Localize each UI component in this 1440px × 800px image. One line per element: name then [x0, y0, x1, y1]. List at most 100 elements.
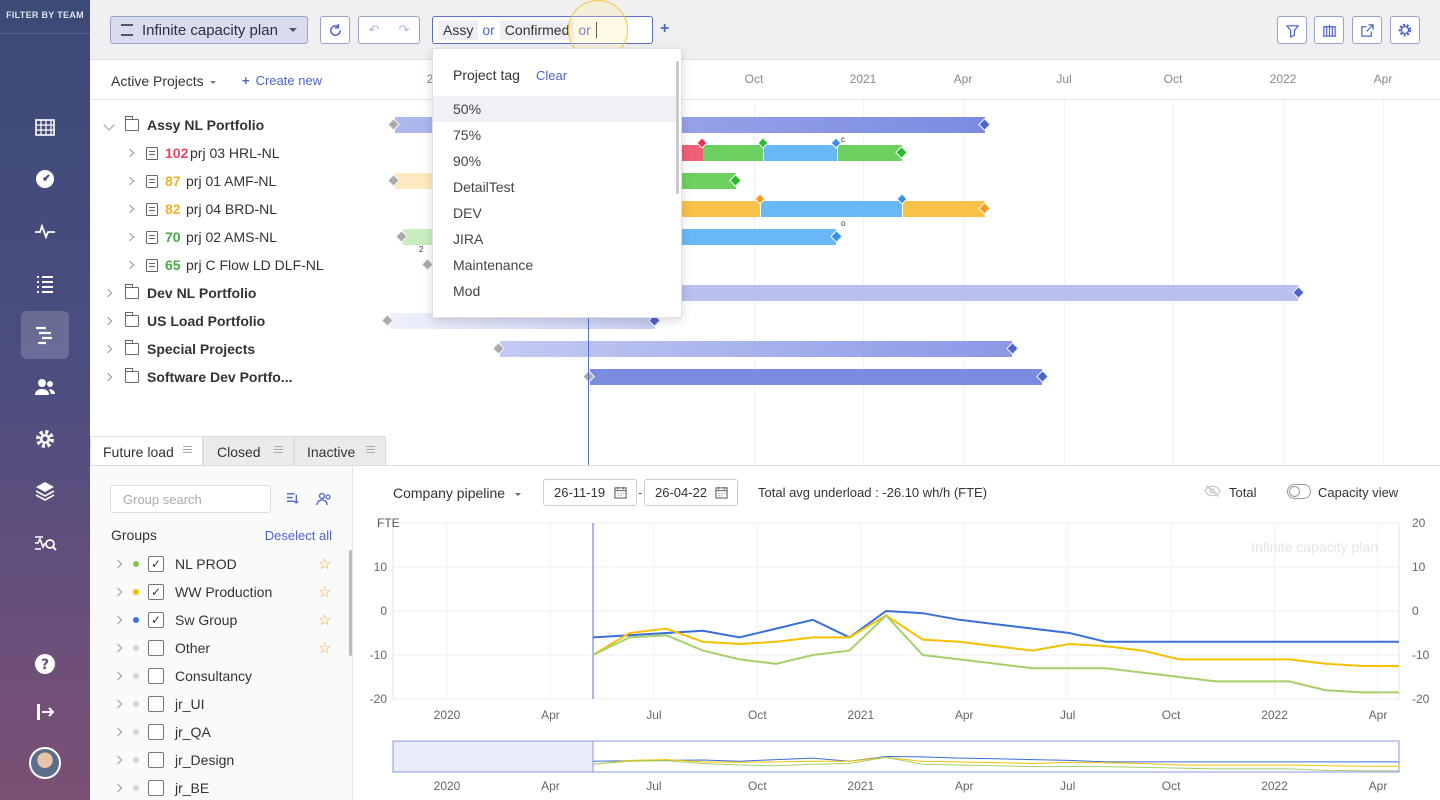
redo-icon[interactable]: ↷: [399, 22, 410, 38]
pulse-icon[interactable]: [21, 207, 69, 255]
group-row[interactable]: jr_BE: [90, 774, 345, 800]
chevron-right-icon[interactable]: [113, 559, 123, 569]
group-checkbox[interactable]: [148, 640, 164, 656]
chevron-right-icon[interactable]: [113, 699, 123, 709]
calendar-icon[interactable]: [614, 486, 627, 499]
group-row[interactable]: Other ☆: [90, 634, 345, 662]
chevron-right-icon[interactable]: [125, 260, 135, 270]
plan-select[interactable]: Infinite capacity plan: [110, 16, 308, 44]
gantt-bar-phase[interactable]: [764, 145, 837, 161]
gantt-bar-portfolio[interactable]: [590, 369, 1042, 385]
dropdown-option[interactable]: JIRA: [433, 226, 679, 252]
group-filter-icon[interactable]: [286, 491, 301, 509]
star-icon[interactable]: ☆: [318, 639, 331, 657]
date-to-input[interactable]: 26-04-22: [644, 479, 738, 506]
analytics-search-icon[interactable]: [21, 519, 69, 567]
dropdown-option[interactable]: Maintenance: [433, 252, 679, 278]
gantt-bar-portfolio[interactable]: [660, 285, 1298, 301]
dropdown-option[interactable]: DEV: [433, 200, 679, 226]
group-row[interactable]: jr_QA: [90, 718, 345, 746]
undo-icon[interactable]: ↶: [369, 22, 380, 38]
group-row[interactable]: jr_Design: [90, 746, 345, 774]
tab-future-load[interactable]: Future load: [90, 436, 203, 466]
chevron-right-icon[interactable]: [113, 671, 123, 681]
group-row[interactable]: ✓ Sw Group ☆: [90, 606, 345, 634]
chevron-right-icon[interactable]: [125, 176, 135, 186]
dropdown-option[interactable]: 50%: [433, 96, 679, 122]
gantt-bar-phase[interactable]: [403, 229, 433, 245]
dropdown-option[interactable]: DetailTest: [433, 174, 679, 200]
chevron-right-icon[interactable]: [113, 727, 123, 737]
chevron-right-icon[interactable]: [103, 344, 113, 354]
chevron-right-icon[interactable]: [125, 148, 135, 158]
create-new-button[interactable]: + Create new: [242, 73, 322, 88]
dropdown-scrollbar[interactable]: [676, 61, 679, 194]
dropdown-option[interactable]: 90%: [433, 148, 679, 174]
chevron-right-icon[interactable]: [103, 288, 113, 298]
columns-icon[interactable]: [1314, 16, 1344, 44]
gantt-bar-portfolio[interactable]: [500, 341, 1012, 357]
chevron-right-icon[interactable]: [113, 643, 123, 653]
chevron-right-icon[interactable]: [113, 587, 123, 597]
active-projects-select[interactable]: Active Projects: [111, 73, 216, 89]
user-avatar[interactable]: [29, 747, 61, 779]
menu-icon[interactable]: [274, 449, 283, 450]
or-operator[interactable]: or: [482, 22, 494, 38]
gantt-bar-phase[interactable]: [395, 173, 435, 189]
gantt-bar-phase[interactable]: [838, 145, 902, 161]
group-row[interactable]: Consultancy: [90, 662, 345, 690]
clear-button[interactable]: Clear: [536, 68, 567, 83]
gantt-bar-phase[interactable]: [903, 201, 985, 217]
group-checkbox[interactable]: [148, 780, 164, 796]
groups-scrollbar[interactable]: [349, 550, 352, 656]
pipeline-select[interactable]: Company pipeline: [393, 485, 521, 501]
group-search-input[interactable]: Group search: [110, 485, 271, 513]
gantt-bar-phase[interactable]: [761, 201, 902, 217]
tab-closed[interactable]: Closed: [203, 436, 294, 466]
dropdown-option[interactable]: Mod: [433, 278, 679, 304]
settings-gear-icon[interactable]: [21, 415, 69, 463]
gantt-bar-phase[interactable]: [660, 229, 836, 245]
deselect-all-button[interactable]: Deselect all: [265, 528, 332, 543]
dashboard-gauge-icon[interactable]: [21, 155, 69, 203]
chevron-right-icon[interactable]: [125, 232, 135, 242]
chevron-right-icon[interactable]: [103, 372, 113, 382]
tab-inactive[interactable]: Inactive: [294, 436, 386, 466]
filter-chip[interactable]: Confirmed: [499, 20, 575, 40]
add-filter-button[interactable]: +: [660, 20, 669, 38]
group-checkbox[interactable]: [148, 668, 164, 684]
layers-icon[interactable]: [21, 467, 69, 515]
filter-heart-icon[interactable]: [1277, 16, 1307, 44]
menu-icon[interactable]: [183, 449, 192, 450]
load-chart[interactable]: FTE 100-10-20 20100-10-20 2020 Apr Jul Oct 2…: [360, 510, 1440, 800]
total-toggle-label[interactable]: Total: [1229, 485, 1256, 500]
chevron-right-icon[interactable]: [125, 204, 135, 214]
group-checkbox[interactable]: [148, 724, 164, 740]
dropdown-option[interactable]: 75%: [433, 122, 679, 148]
group-checkbox[interactable]: ✓: [148, 612, 164, 628]
chevron-right-icon[interactable]: [103, 316, 113, 326]
filter-by-team-label[interactable]: FILTER BY TEAM: [0, 10, 90, 20]
calendar-icon[interactable]: [715, 486, 728, 499]
chevron-right-icon[interactable]: [113, 615, 123, 625]
group-users-icon[interactable]: [316, 491, 332, 510]
gantt-icon[interactable]: [21, 311, 69, 359]
refresh-button[interactable]: [320, 16, 350, 44]
gantt-bar-phase[interactable]: [703, 145, 763, 161]
chevron-down-icon[interactable]: [103, 119, 115, 131]
chevron-right-icon[interactable]: [113, 783, 123, 793]
date-from-input[interactable]: 26-11-19: [543, 479, 637, 506]
settings-icon[interactable]: [1390, 16, 1420, 44]
list-icon[interactable]: [21, 259, 69, 307]
filter-chip[interactable]: Assy: [438, 20, 479, 40]
group-checkbox[interactable]: ✓: [148, 556, 164, 572]
group-checkbox[interactable]: [148, 696, 164, 712]
group-row[interactable]: ✓ NL PROD ☆: [90, 550, 345, 578]
logout-icon[interactable]: [21, 688, 69, 736]
star-icon[interactable]: ☆: [318, 555, 331, 573]
group-checkbox[interactable]: [148, 752, 164, 768]
menu-icon[interactable]: [366, 449, 375, 450]
calendar-grid-icon[interactable]: [21, 103, 69, 151]
eye-hidden-icon[interactable]: [1204, 484, 1221, 498]
group-row[interactable]: jr_UI: [90, 690, 345, 718]
